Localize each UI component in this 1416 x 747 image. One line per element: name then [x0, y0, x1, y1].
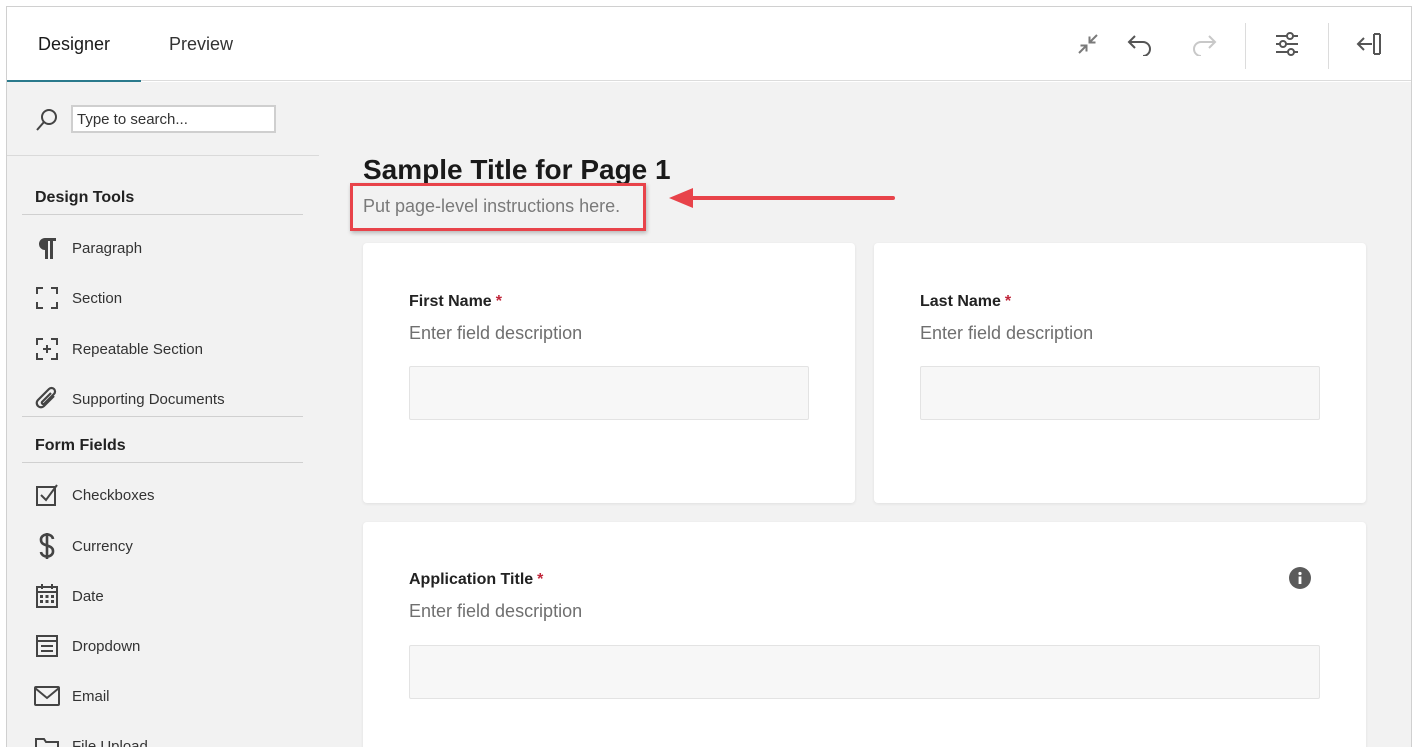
tool-label: Section — [72, 289, 123, 307]
field-card-application-title[interactable]: Application Title * Enter field descripti… — [363, 522, 1366, 747]
divider — [22, 462, 303, 463]
first-name-input[interactable] — [409, 366, 809, 420]
paperclip-icon — [22, 386, 72, 412]
divider — [22, 416, 303, 417]
settings-button[interactable] — [1270, 27, 1304, 61]
tab-designer-label: Designer — [37, 33, 111, 54]
collapse-icon — [1078, 34, 1098, 54]
section-icon — [22, 286, 72, 310]
close-panel-icon — [1356, 33, 1381, 55]
tab-preview[interactable]: Preview — [153, 7, 249, 81]
dropdown-icon — [22, 634, 72, 658]
undo-icon — [1127, 35, 1151, 56]
dollar-icon — [22, 532, 72, 560]
tool-label: File Upload — [72, 737, 148, 747]
field-description[interactable]: Enter field description — [409, 323, 582, 344]
tool-repeatable-section[interactable]: Repeatable Section — [22, 327, 303, 371]
last-name-input[interactable] — [920, 366, 1320, 420]
tool-dropdown[interactable]: Dropdown — [22, 624, 303, 668]
required-marker: * — [1004, 293, 1012, 310]
close-panel-button[interactable] — [1352, 27, 1386, 61]
tool-label: Supporting Documents — [72, 390, 225, 408]
repeatable-section-icon — [22, 337, 72, 361]
tool-paragraph[interactable]: Paragraph — [22, 226, 303, 270]
tool-label: Paragraph — [72, 239, 143, 257]
tool-file-upload[interactable]: File Upload — [22, 724, 303, 747]
search-input[interactable] — [71, 105, 276, 133]
sliders-icon — [1276, 32, 1298, 56]
tool-email[interactable]: Email — [22, 674, 303, 718]
redo-button[interactable] — [1187, 27, 1221, 61]
search-icon — [36, 109, 57, 131]
field-label-text: Last Name — [920, 293, 1001, 310]
tool-checkboxes[interactable]: Checkboxes — [22, 473, 303, 517]
page-title[interactable]: Sample Title for Page 1 — [363, 154, 671, 186]
redo-icon — [1193, 35, 1217, 56]
required-marker: * — [537, 571, 544, 588]
field-label: Last Name * — [920, 293, 1011, 311]
form-designer-window: Designer Preview Type to search... Desig… — [6, 6, 1412, 747]
field-label-text: Application Title — [409, 571, 534, 588]
tab-preview-label: Preview — [168, 33, 234, 54]
tool-label: Currency — [72, 537, 133, 555]
collapse-button[interactable] — [1071, 27, 1105, 61]
tool-label: Date — [72, 587, 104, 605]
toolbar-divider — [1328, 23, 1329, 69]
email-icon — [22, 685, 72, 707]
required-marker: * — [495, 293, 502, 310]
field-label: First Name * — [409, 293, 502, 311]
tool-label: Checkboxes — [72, 486, 155, 504]
annotation-arrow — [669, 188, 895, 208]
toolbar-divider — [1245, 23, 1246, 69]
field-card-first-name[interactable]: First Name * Enter field description — [363, 243, 855, 503]
field-description[interactable]: Enter field description — [409, 601, 582, 622]
annotation-highlight-box — [350, 183, 646, 231]
tool-section[interactable]: Section — [22, 276, 303, 320]
form-fields-heading: Form Fields — [35, 437, 126, 454]
folder-icon — [22, 735, 72, 747]
paragraph-icon — [22, 236, 72, 260]
checkbox-icon — [22, 483, 72, 507]
sidebar: Design Tools Paragraph Section Repeatabl… — [7, 82, 319, 747]
field-description[interactable]: Enter field description — [920, 323, 1093, 344]
tool-supporting-documents[interactable]: Supporting Documents — [22, 377, 303, 421]
form-canvas: Sample Title for Page 1 Put page-level i… — [319, 82, 1411, 747]
field-card-last-name[interactable]: Last Name * Enter field description — [874, 243, 1366, 503]
application-title-input[interactable] — [409, 645, 1320, 699]
divider — [22, 214, 303, 215]
field-label: Application Title * — [409, 571, 543, 589]
tool-date[interactable]: Date — [22, 574, 303, 618]
design-tools-heading: Design Tools — [35, 189, 135, 206]
header-bar: Designer Preview — [7, 7, 1411, 82]
tool-currency[interactable]: Currency — [22, 524, 303, 568]
undo-button[interactable] — [1123, 27, 1157, 61]
field-label-text: First Name — [409, 293, 492, 310]
tool-label: Email — [72, 687, 110, 705]
tool-label: Dropdown — [72, 637, 141, 655]
tool-label: Repeatable Section — [72, 340, 203, 358]
info-icon[interactable] — [1289, 567, 1311, 589]
calendar-icon — [22, 583, 72, 609]
tab-designer[interactable]: Designer — [7, 7, 141, 82]
search-bar — [7, 82, 319, 156]
